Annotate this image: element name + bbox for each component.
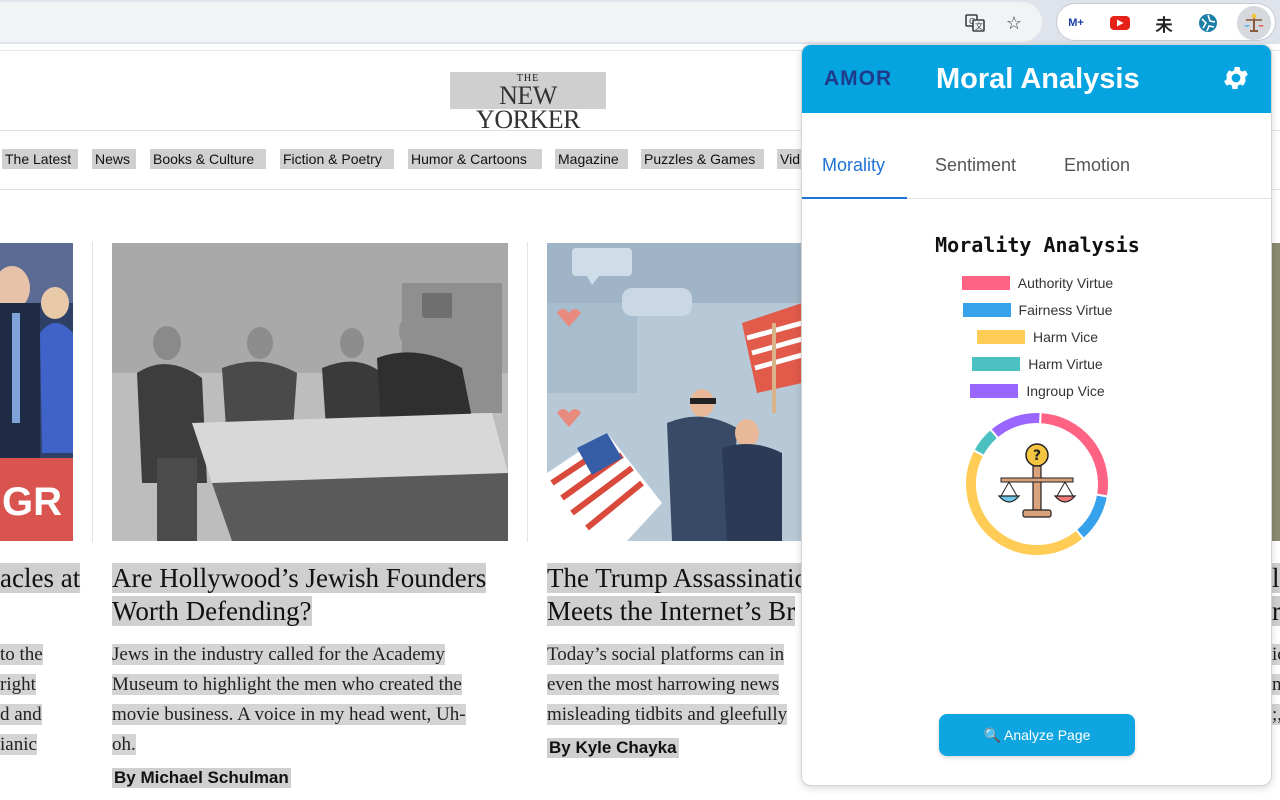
globe-icon[interactable] <box>1197 12 1219 34</box>
nav-item-magazine[interactable]: Magazine <box>555 149 628 169</box>
popup-title: Moral Analysis <box>936 63 1140 95</box>
tab-sentiment[interactable]: Sentiment <box>935 155 1016 176</box>
article-headline[interactable]: l r <box>1272 562 1280 628</box>
legend-swatch <box>976 330 1025 344</box>
nav-item-books-culture[interactable]: Books & Culture <box>150 149 266 169</box>
donut-slice-harm-vice[interactable] <box>964 448 1086 557</box>
article-byline[interactable]: By Kyle Chayka <box>547 738 679 758</box>
legend-label: Ingroup Vice <box>1026 383 1105 399</box>
nav-item-the-latest[interactable]: The Latest <box>2 149 78 169</box>
article-dek: Jews in the industry called for the Acad… <box>112 644 466 755</box>
morality-donut-chart[interactable]: ? <box>962 409 1112 559</box>
legend-item-authority-virtue[interactable]: Authority Virtue <box>802 273 1271 293</box>
gear-icon[interactable] <box>1220 63 1252 95</box>
legend-label: Harm Virtue <box>1028 356 1103 372</box>
article-image[interactable] <box>1272 243 1280 541</box>
legend-swatch <box>962 303 1011 317</box>
amor-extension-icon[interactable] <box>1237 6 1271 40</box>
donut-slice-fairness-virtue[interactable] <box>1074 493 1110 541</box>
legend-label: Fairness Virtue <box>1018 302 1113 318</box>
extensions-bar: M+ 未 <box>1056 3 1276 41</box>
legend-label: Authority Virtue <box>1017 275 1114 291</box>
legend-item-harm-virtue[interactable]: Harm Virtue <box>802 354 1271 374</box>
amor-logo: AMOR <box>824 67 893 90</box>
article-headline[interactable]: The Trump Assassinatio Meets the Interne… <box>547 562 802 628</box>
article-image[interactable] <box>547 243 802 541</box>
tab-emotion[interactable]: Emotion <box>1064 155 1130 176</box>
article-image[interactable] <box>112 243 508 541</box>
article-dek: ic n ;, <box>1272 640 1280 730</box>
site-logo[interactable]: THE NEW YORKER <box>450 72 606 133</box>
image-caption-text: GR <box>2 480 62 524</box>
scales-of-justice-icon: ? <box>997 443 1077 518</box>
analyze-page-button[interactable]: 🔍 Analyze Page <box>939 714 1135 756</box>
svg-text:?: ? <box>1033 448 1041 464</box>
nav-item-news[interactable]: News <box>92 149 136 169</box>
legend-label: Harm Vice <box>1032 329 1099 345</box>
bookmark-star-icon[interactable]: ☆ <box>1003 12 1025 34</box>
legend-item-harm-vice[interactable]: Harm Vice <box>802 327 1271 347</box>
magnifier-icon: 🔍 <box>983 726 1002 743</box>
active-tab-indicator <box>802 197 907 199</box>
svg-text:文: 文 <box>975 21 983 31</box>
nav-item-humor-cartoons[interactable]: Humor & Cartoons <box>408 149 542 169</box>
tab-morality[interactable]: Morality <box>822 155 885 176</box>
analyze-page-label: Analyze Page <box>1004 727 1091 743</box>
article-byline[interactable]: By Michael Schulman <box>112 768 291 788</box>
article-headline[interactable]: acles at <box>0 562 81 595</box>
legend-swatch <box>961 276 1010 290</box>
chart-title: Morality Analysis <box>935 233 1140 257</box>
nav-item-puzzles-games[interactable]: Puzzles & Games <box>641 149 764 169</box>
article-dek: Today’s social platforms can in even the… <box>547 644 788 725</box>
article-dek: to the right d and ianic <box>0 644 43 755</box>
column-divider <box>527 242 528 542</box>
popup-tabs: Morality Sentiment Emotion <box>802 143 1271 199</box>
kanji-icon[interactable]: 未 <box>1153 12 1175 35</box>
legend-item-ingroup-vice[interactable]: Ingroup Vice <box>802 381 1271 401</box>
article-headline[interactable]: Are Hollywood’s Jewish Founders Worth De… <box>112 562 508 628</box>
nav-item-fiction-poetry[interactable]: Fiction & Poetry <box>280 149 394 169</box>
moral-analysis-popup: AMOR Moral Analysis Morality Sentiment E… <box>801 44 1272 786</box>
movistar-plus-icon[interactable]: M+ <box>1065 12 1087 34</box>
translate-icon[interactable]: G文 <box>964 12 986 34</box>
legend-swatch <box>970 384 1019 398</box>
column-divider <box>92 242 93 542</box>
donut-slice-authority-virtue[interactable] <box>1038 411 1110 498</box>
youtube-icon[interactable] <box>1109 12 1131 34</box>
popup-header: AMOR Moral Analysis <box>802 45 1271 113</box>
nav-item-video[interactable]: Vid <box>777 149 803 169</box>
legend-item-fairness-virtue[interactable]: Fairness Virtue <box>802 300 1271 320</box>
address-bar[interactable]: G文 ☆ <box>0 2 1042 42</box>
legend-swatch <box>972 357 1021 371</box>
article-image[interactable]: GR <box>0 243 73 541</box>
donut-slice-ingroup-vice[interactable] <box>988 411 1042 440</box>
browser-toolbar: G文 ☆ M+ 未 <box>0 0 1280 44</box>
